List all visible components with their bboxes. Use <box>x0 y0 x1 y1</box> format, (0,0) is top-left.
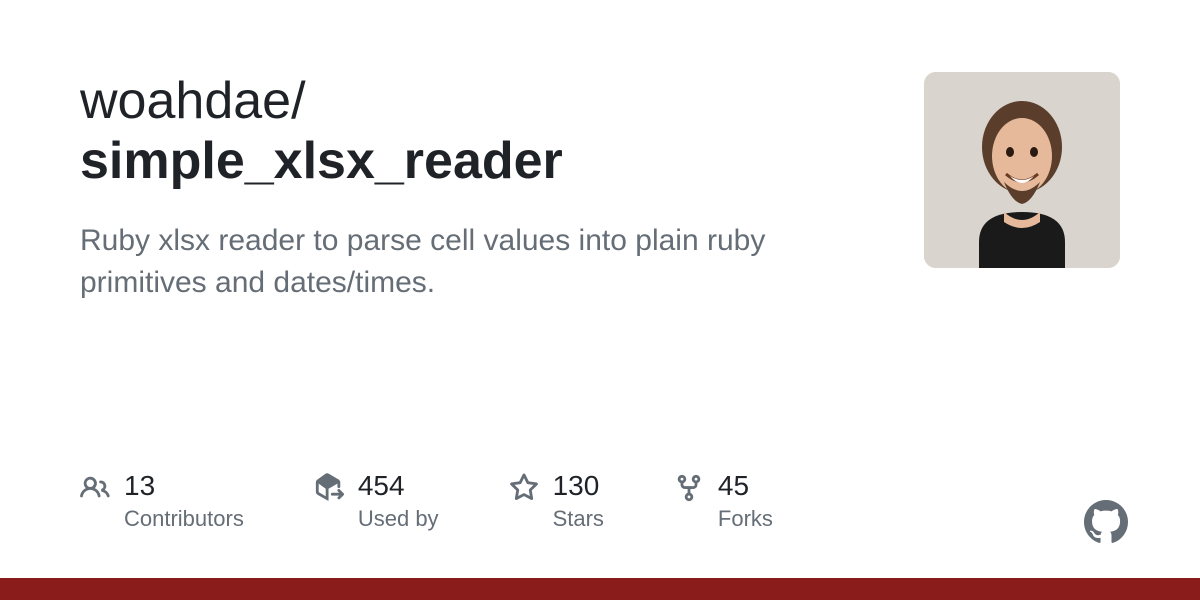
repo-owner[interactable]: woahdae <box>80 72 291 130</box>
star-icon <box>509 473 539 503</box>
stat-count: 45 <box>718 471 773 502</box>
repo-title[interactable]: woahdae/ simple_xlsx_reader <box>80 72 884 192</box>
github-logo-icon[interactable] <box>1084 500 1128 544</box>
stat-usedby[interactable]: 454 Used by <box>314 471 439 532</box>
stat-label: Forks <box>718 506 773 532</box>
stat-stars[interactable]: 130 Stars <box>509 471 604 532</box>
avatar[interactable] <box>924 72 1120 268</box>
stat-count: 13 <box>124 471 244 502</box>
stat-contributors[interactable]: 13 Contributors <box>80 471 244 532</box>
stat-label: Used by <box>358 506 439 532</box>
stat-label: Stars <box>553 506 604 532</box>
fork-icon <box>674 473 704 503</box>
stat-count: 130 <box>553 471 604 502</box>
stat-forks[interactable]: 45 Forks <box>674 471 773 532</box>
repo-name[interactable]: simple_xlsx_reader <box>80 132 563 190</box>
repo-description: Ruby xlsx reader to parse cell values in… <box>80 220 840 304</box>
package-dependents-icon <box>314 473 344 503</box>
stat-count: 454 <box>358 471 439 502</box>
repo-stats: 13 Contributors 454 Used by 130 Stars 45… <box>80 471 773 532</box>
accent-bar <box>0 578 1200 600</box>
people-icon <box>80 473 110 503</box>
stat-label: Contributors <box>124 506 244 532</box>
repo-separator: / <box>291 72 305 130</box>
